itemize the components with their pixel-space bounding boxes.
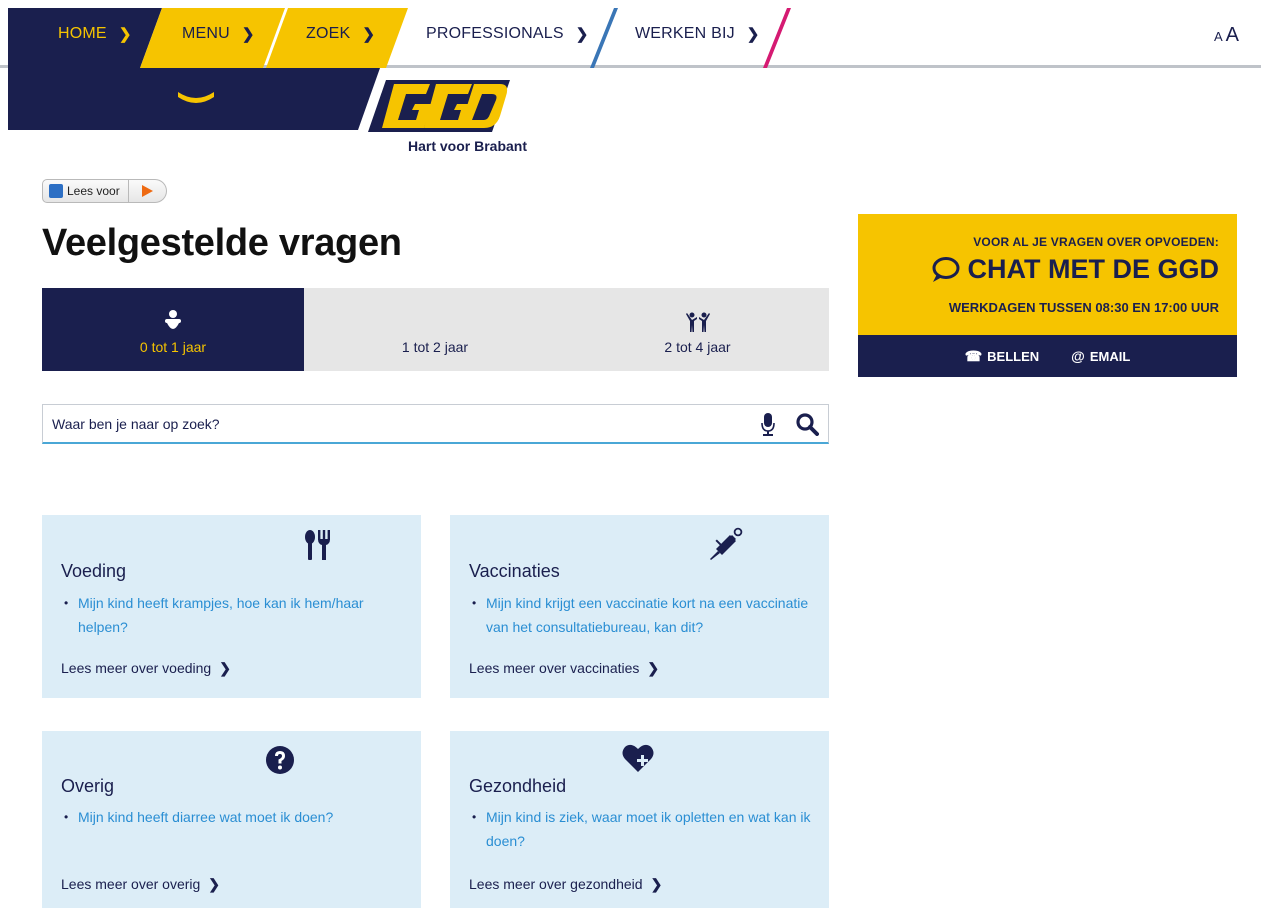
call-label: BELLEN [987, 348, 1040, 364]
chat-banner[interactable]: VOOR AL JE VRAGEN OVER OPVOEDEN: CHAT ME… [858, 214, 1237, 335]
baby-icon [164, 305, 182, 333]
cutlery-icon [305, 530, 330, 560]
chat-hours: WERKDAGEN TUSSEN 08:30 EN 17:00 UUR [948, 300, 1219, 315]
nav-home[interactable]: HOME ❯ [58, 0, 132, 68]
chat-title[interactable]: CHAT MET DE GGD [930, 254, 1220, 285]
read-more-voeding-link[interactable]: Lees meer over voeding ❯ [61, 660, 231, 677]
chat-widget: VOOR AL JE VRAGEN OVER OPVOEDEN: CHAT ME… [858, 214, 1237, 377]
chevron-right-icon: ❯ [746, 26, 760, 43]
question-list: Mijn kind heeft diarree wat moet ik doen… [64, 805, 394, 829]
card-title: Voeding [61, 561, 127, 581]
nav-professionals[interactable]: PROFESSIONALS ❯ [426, 0, 589, 68]
chevron-right-icon: ❯ [362, 26, 376, 43]
read-more-label: Lees meer over gezondheid [469, 876, 643, 892]
card-title: Vaccinaties [469, 561, 560, 581]
question-link[interactable]: Mijn kind heeft krampjes, hoe kan ik hem… [64, 591, 394, 639]
speech-bubble-icon [932, 256, 959, 282]
lees-voor-label-box[interactable]: Lees voor [42, 179, 129, 203]
chat-pretitle: VOOR AL JE VRAGEN OVER OPVOEDEN: [973, 235, 1219, 249]
play-icon [141, 185, 153, 197]
ggd-logo[interactable] [368, 80, 510, 132]
font-size-big[interactable]: A [1226, 24, 1239, 46]
tab-label: 1 tot 2 jaar [401, 339, 469, 355]
age-tabs: 0 tot 1 jaar 1 tot 2 jaar 2 tot 4 jaar [42, 288, 829, 371]
read-more-vaccinaties-link[interactable]: Lees meer over vaccinaties ❯ [469, 660, 659, 677]
nav-menu[interactable]: MENU ❯ [182, 0, 255, 68]
nav-zoek-label: ZOEK [306, 25, 351, 42]
play-button[interactable] [128, 179, 167, 203]
read-more-label: Lees meer over voeding [61, 660, 212, 676]
children-icon [685, 305, 711, 333]
question-link[interactable]: Mijn kind krijgt een vaccinatie kort na … [472, 591, 812, 639]
microphone-icon[interactable] [761, 413, 775, 437]
tab-label: 2 tot 4 jaar [664, 339, 731, 355]
nav-zoek[interactable]: ZOEK ❯ [306, 0, 375, 68]
lees-voor-button[interactable]: Lees voor [42, 179, 167, 203]
read-more-label: Lees meer over overig [61, 876, 201, 892]
question-list: Mijn kind heeft krampjes, hoe kan ik hem… [64, 591, 394, 639]
lees-voor-label: Lees voor [67, 184, 120, 198]
call-button[interactable]: ☎ BELLEN [965, 348, 1039, 365]
font-size-toggle[interactable]: AA [1214, 24, 1239, 47]
question-icon [266, 746, 294, 774]
speaker-icon [49, 184, 63, 198]
faq-card-gezondheid: Gezondheid Mijn kind is ziek, waar moet … [450, 731, 829, 908]
nav-werken-bij[interactable]: WERKEN BIJ ❯ [635, 0, 760, 68]
chat-title-label: CHAT MET DE GGD [967, 254, 1220, 284]
nav-home-label: HOME [58, 25, 107, 42]
top-navigation: HOME ❯ MENU ❯ ZOEK ❯ PROFESSIONALS ❯ WER… [0, 0, 1261, 68]
question-link[interactable]: Mijn kind heeft diarree wat moet ik doen… [64, 805, 394, 829]
tab-1-tot-2-jaar[interactable]: 1 tot 2 jaar [304, 288, 566, 371]
chevron-right-icon: ❯ [208, 876, 221, 892]
card-title: Overig [61, 776, 115, 796]
tab-label: 0 tot 1 jaar [139, 339, 207, 355]
nav-professionals-label: PROFESSIONALS [426, 25, 564, 42]
chevron-right-icon: ❯ [647, 660, 660, 676]
tab-0-tot-1-jaar[interactable]: 0 tot 1 jaar [42, 288, 304, 371]
email-label: EMAIL [1089, 348, 1131, 364]
nav-menu-label: MENU [182, 25, 230, 42]
read-more-gezondheid-link[interactable]: Lees meer over gezondheid ❯ [469, 876, 662, 893]
question-link[interactable]: Mijn kind is ziek, waar moet ik opletten… [472, 805, 817, 853]
search-icon[interactable] [795, 412, 819, 436]
faq-card-voeding: Voeding Mijn kind heeft krampjes, hoe ka… [42, 515, 421, 698]
chevron-right-icon: ❯ [241, 26, 255, 43]
chevron-right-icon: ❯ [219, 660, 231, 676]
logo-subtitle: Hart voor Brabant [408, 138, 528, 154]
at-icon: @ [1071, 348, 1085, 364]
page-title: Veelgestelde vragen [42, 222, 402, 264]
tab-2-tot-4-jaar[interactable]: 2 tot 4 jaar [566, 288, 829, 371]
question-list: Mijn kind krijgt een vaccinatie kort na … [472, 591, 812, 639]
chat-contact-bar: ☎ BELLEN @ EMAIL [858, 335, 1237, 377]
email-button[interactable]: @ EMAIL [1071, 348, 1130, 364]
nav-werken-bij-label: WERKEN BIJ [635, 25, 735, 42]
question-list: Mijn kind is ziek, waar moet ik opletten… [472, 805, 817, 853]
syringe-icon [710, 527, 743, 560]
search-input[interactable] [43, 405, 743, 443]
chevron-down-icon[interactable] [176, 88, 216, 108]
card-title: Gezondheid [469, 776, 567, 796]
search-bar [42, 404, 829, 444]
faq-card-overig: Overig Mijn kind heeft diarree wat moet … [42, 731, 421, 908]
phone-icon: ☎ [964, 347, 983, 364]
chevron-right-icon: ❯ [575, 26, 589, 43]
read-more-label: Lees meer over vaccinaties [469, 660, 640, 676]
chevron-right-icon: ❯ [650, 876, 663, 892]
heart-plus-icon [622, 744, 654, 772]
read-more-overig-link[interactable]: Lees meer over overig ❯ [61, 876, 220, 893]
font-size-small[interactable]: A [1214, 29, 1223, 44]
chevron-right-icon: ❯ [118, 26, 132, 43]
faq-card-vaccinaties: Vaccinaties Mijn kind krijgt een vaccina… [450, 515, 829, 698]
